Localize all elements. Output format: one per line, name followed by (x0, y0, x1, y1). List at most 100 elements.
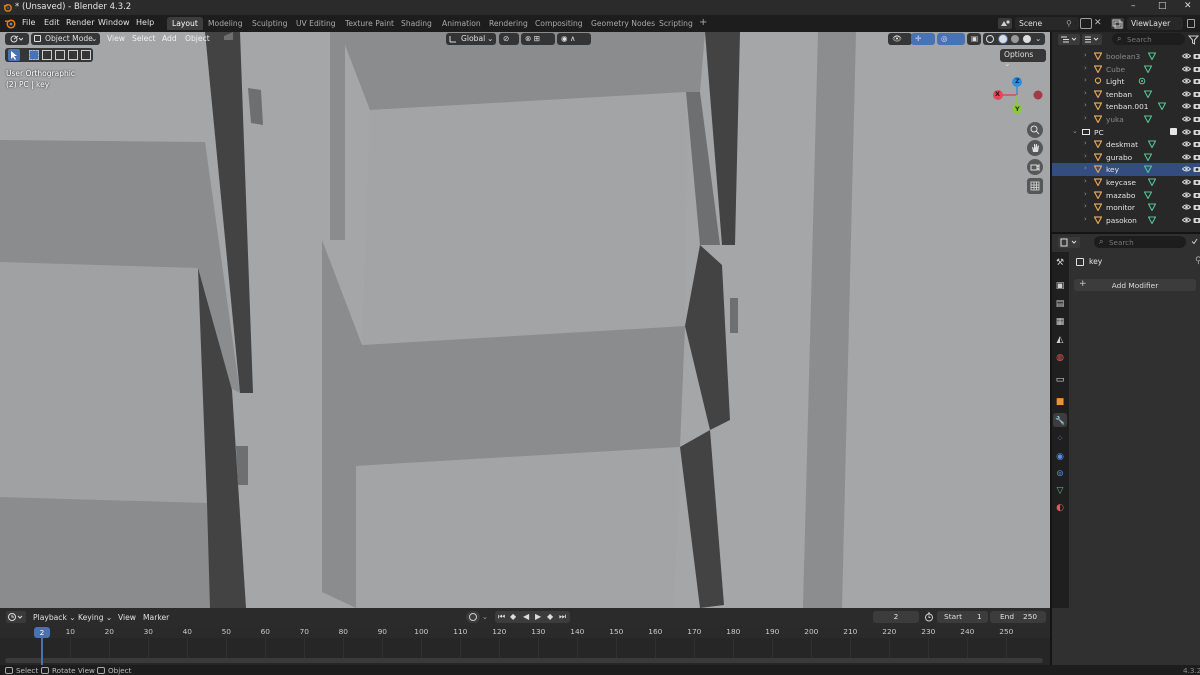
gizmo-neg-x-axis[interactable] (1033, 90, 1043, 100)
end-frame-field[interactable]: End 250 (990, 611, 1046, 623)
render-camera-icon[interactable] (1193, 165, 1200, 173)
outliner-row[interactable]: › Light (1052, 75, 1200, 88)
xray-toggle-button[interactable]: ▣ (967, 33, 981, 45)
outliner-row[interactable]: › Cube (1052, 63, 1200, 76)
mode-dropdown[interactable]: Object Mode ⌄ (31, 33, 100, 45)
stopwatch-icon[interactable] (924, 612, 934, 622)
playhead-line[interactable] (41, 636, 43, 665)
timeline-channels[interactable] (0, 638, 1050, 665)
select-invert-icon[interactable] (68, 50, 78, 60)
menu-window[interactable]: Window (98, 18, 130, 27)
eye-icon[interactable] (1181, 216, 1192, 224)
eye-icon[interactable] (1181, 65, 1192, 73)
mesh-data-icon[interactable] (1143, 153, 1153, 162)
outliner-row[interactable]: › keycase (1052, 176, 1200, 189)
mesh-data-icon[interactable] (1143, 191, 1153, 200)
timeline-menu-playback[interactable]: Playback ⌄ (33, 613, 76, 622)
viewport-scene[interactable] (0, 32, 1050, 608)
frame-ruler[interactable]: 10 20 30 40 50 60 70 80 90 100 110 120 130 140 150 160 1… (0, 626, 1050, 638)
data-icon[interactable]: ▽ (1053, 484, 1067, 498)
select-subtract-icon[interactable] (55, 50, 65, 60)
render-camera-icon[interactable] (1193, 191, 1200, 199)
eye-icon[interactable] (1181, 178, 1192, 186)
viewport-menu-select[interactable]: Select (132, 34, 155, 43)
physics-icon[interactable]: ◉ (1053, 450, 1067, 464)
timeline-editor-type-button[interactable] (6, 611, 26, 623)
eye-icon[interactable] (1181, 77, 1192, 85)
light-data-icon[interactable] (1138, 77, 1146, 85)
eye-icon[interactable] (1181, 140, 1192, 148)
render-camera-icon[interactable] (1193, 52, 1200, 60)
particles-icon[interactable]: ⁘ (1053, 432, 1067, 446)
world-icon[interactable]: ◍ (1053, 351, 1067, 365)
outliner-row[interactable]: › yuka (1052, 113, 1200, 126)
start-frame-field[interactable]: Start 1 (937, 611, 988, 623)
select-tool-icon[interactable] (8, 49, 20, 61)
tab-sculpting[interactable]: Sculpting (247, 17, 292, 30)
pan-view-button[interactable] (1027, 140, 1043, 156)
object-icon[interactable]: ■ (1053, 395, 1067, 409)
tab-uv-editing[interactable]: UV Editing (291, 17, 341, 30)
3d-viewport[interactable] (0, 32, 1050, 608)
transform-orientation-dropdown[interactable]: Global ⌄ (446, 33, 496, 45)
render-camera-icon[interactable] (1193, 140, 1200, 148)
view-layer-icon[interactable]: ▦ (1053, 315, 1067, 329)
render-icon[interactable]: ▣ (1053, 279, 1067, 293)
eye-icon[interactable] (1181, 191, 1192, 199)
mesh-data-icon[interactable] (1143, 90, 1153, 99)
viewport-menu-object[interactable]: Object (185, 34, 210, 43)
timeline-menu-marker[interactable]: Marker (143, 613, 169, 622)
editor-type-button[interactable] (5, 33, 29, 45)
tab-animation[interactable]: Animation (437, 17, 486, 30)
tab-scripting[interactable]: Scripting (654, 17, 698, 30)
close-button[interactable]: ✕ (1184, 1, 1192, 11)
minimize-button[interactable]: – (1131, 1, 1136, 11)
outliner-row[interactable]: › tenban.001 (1052, 100, 1200, 113)
menu-help[interactable]: Help (136, 18, 154, 27)
eye-icon[interactable] (1181, 90, 1192, 98)
tab-shading[interactable]: Shading (396, 17, 437, 30)
eye-icon[interactable] (1181, 165, 1192, 173)
outliner-search-input[interactable]: ⌕ Search (1112, 33, 1185, 45)
jump-keyframe-back-icon[interactable]: ◆ (510, 612, 516, 621)
render-camera-icon[interactable] (1193, 203, 1200, 211)
eye-icon[interactable] (1181, 153, 1192, 161)
render-camera-icon[interactable] (1193, 115, 1200, 123)
scene-browse-button[interactable] (998, 18, 1012, 29)
tab-geometry-nodes[interactable]: Geometry Nodes (586, 17, 660, 30)
menu-edit[interactable]: Edit (44, 18, 60, 27)
pin-icon[interactable]: ⚲ (1195, 256, 1200, 266)
material-shading-icon[interactable] (1011, 35, 1019, 43)
filter-icon[interactable] (1187, 34, 1200, 45)
overlays-toggle-button[interactable]: ◎ (937, 33, 965, 45)
play-icon[interactable]: ▶ (535, 612, 541, 621)
chevron-down-icon[interactable]: ⌄ (1035, 34, 1041, 43)
menu-file[interactable]: File (22, 18, 35, 27)
mesh-data-icon[interactable] (1147, 178, 1157, 187)
snapping-button[interactable]: ⊗ ⊞ (521, 33, 555, 45)
output-icon[interactable]: ▤ (1053, 297, 1067, 311)
properties-editor-type-button[interactable] (1058, 237, 1080, 248)
zoom-view-button[interactable] (1027, 122, 1043, 138)
new-scene-icon[interactable] (1080, 18, 1092, 29)
remove-scene-icon[interactable]: ✕ (1094, 18, 1102, 28)
render-camera-icon[interactable] (1193, 65, 1200, 73)
properties-search-input[interactable]: ⌕ Search (1094, 236, 1186, 248)
render-camera-icon[interactable] (1193, 128, 1200, 136)
outliner-row[interactable]: › deskmat (1052, 138, 1200, 151)
exclude-checkbox[interactable] (1170, 127, 1177, 135)
rendered-shading-icon[interactable] (1023, 35, 1031, 43)
tab-rendering[interactable]: Rendering (484, 17, 533, 30)
menu-render[interactable]: Render (66, 18, 94, 27)
timeline-menu-keying[interactable]: Keying ⌄ (78, 613, 112, 622)
properties-options-icon[interactable] (1190, 237, 1199, 246)
tab-texture-paint[interactable]: Texture Paint (340, 17, 399, 30)
auto-keying-toggle[interactable] (466, 611, 480, 623)
viewport-menu-view[interactable]: View (107, 34, 125, 43)
wireframe-shading-icon[interactable] (986, 35, 994, 43)
outliner-row[interactable]: › mazabo (1052, 189, 1200, 202)
shading-mode-buttons[interactable]: ⌄ (983, 33, 1045, 45)
outliner-row[interactable]: › tenban (1052, 88, 1200, 101)
select-new-icon[interactable] (29, 50, 39, 60)
eye-icon[interactable] (1181, 128, 1192, 136)
